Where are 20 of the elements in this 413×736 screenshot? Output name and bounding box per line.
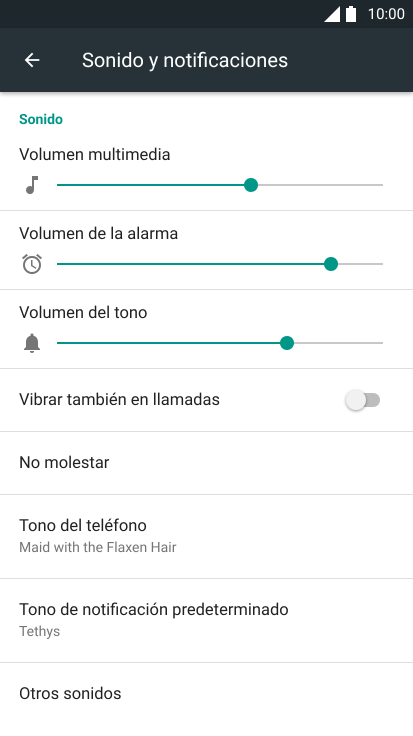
alarm-clock-icon [20, 252, 44, 276]
setting-label[interactable]: No molestar [19, 454, 394, 472]
signal-icon [324, 6, 340, 22]
battery-icon [346, 6, 356, 22]
screen-title: Sonido y notificaciones [82, 48, 288, 72]
toggle-switch[interactable] [346, 390, 382, 410]
slider-thumb[interactable] [280, 336, 294, 350]
slider-thumb[interactable] [324, 256, 338, 270]
setting-label: Vibrar también en llamadas [19, 390, 220, 410]
setting-label[interactable]: Tono de notificación predeterminado [19, 601, 394, 620]
status-time: 10:00 [368, 5, 405, 23]
setting-label[interactable]: Tono del teléfono [19, 517, 394, 536]
setting-summary: Tethys [19, 624, 62, 640]
setting-label: Volumen multimedia [19, 146, 172, 164]
setting-label: Volumen de la alarma [19, 224, 180, 244]
slider-thumb[interactable] [244, 178, 258, 192]
setting-summary: Maid with the Flaxen Hair [19, 540, 178, 556]
section-header: Sonido [18, 111, 64, 130]
setting-label[interactable]: Otros sonidos [19, 685, 394, 704]
setting-label: Volumen del tono [19, 304, 148, 322]
